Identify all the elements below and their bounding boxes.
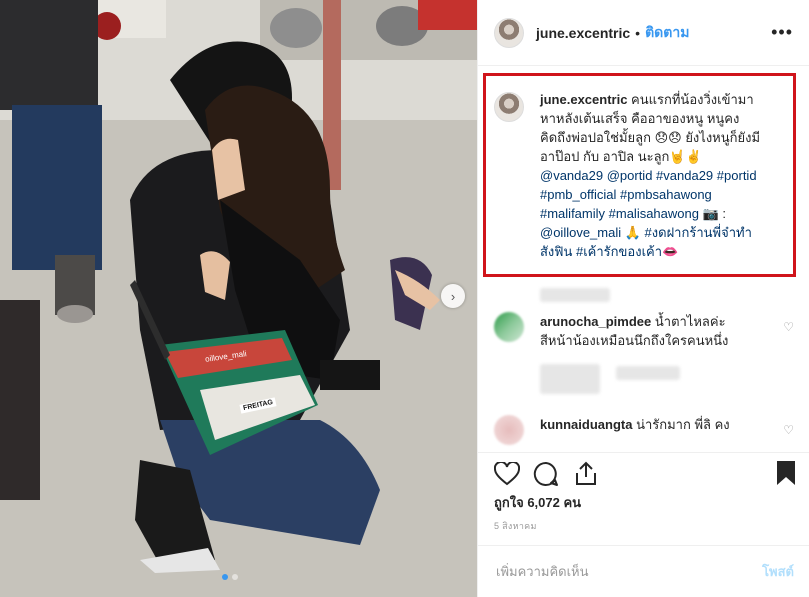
hashtag-link[interactable]: #pmbsahawong	[620, 187, 712, 202]
comment-body: น่ารักมาก พี่ลิ คง	[632, 417, 730, 432]
blurred-text	[616, 366, 680, 380]
likes-count[interactable]: ถูกใจ 6,072 คน	[494, 492, 581, 513]
lips-emoji: 👄	[662, 244, 679, 259]
carousel-dot	[232, 574, 238, 580]
chevron-right-icon: ›	[450, 288, 456, 304]
share-icon[interactable]	[574, 460, 598, 486]
hashtag-link[interactable]: #malisahawong	[609, 206, 699, 221]
hashtag-link[interactable]: #malifamily	[540, 206, 605, 221]
author-username[interactable]: june.excentric	[536, 25, 630, 41]
hashtag-link[interactable]: #portid	[717, 168, 757, 183]
post-header: june.excentric • ติดตาม •••	[478, 0, 809, 66]
caption-avatar[interactable]	[494, 92, 524, 122]
camera-emoji: 📷 :	[698, 206, 727, 221]
post-date[interactable]: 5 สิงหาคม	[494, 519, 537, 533]
blurred-text	[540, 364, 600, 394]
comment-input[interactable]	[494, 563, 763, 580]
photo-illustration	[0, 0, 477, 597]
heart-outline-icon[interactable]: ♡	[783, 320, 794, 334]
author-avatar[interactable]	[494, 17, 524, 48]
mention-link[interactable]: @vanda29	[540, 168, 603, 183]
post-comment-button[interactable]: โพสต์	[762, 561, 794, 582]
heart-icon[interactable]	[494, 462, 520, 486]
post-photo[interactable]: oillove_mali FREITAG ›	[0, 0, 477, 597]
carousel-next-button[interactable]: ›	[441, 284, 465, 308]
mention-link[interactable]: @portid	[607, 168, 653, 183]
commenter-avatar[interactable]	[494, 415, 524, 445]
hashtag-link[interactable]: #vanda29	[656, 168, 713, 183]
blurred-text	[540, 288, 610, 302]
commenter-username[interactable]: kunnaiduangta	[540, 417, 632, 432]
hashtag-link[interactable]: #เค้ารักของเค้า	[576, 244, 662, 259]
follow-button[interactable]: ติดตาม	[645, 22, 689, 44]
caption-text: june.excentric คนแรกที่น้องวิ่งเข้ามาหาห…	[540, 90, 768, 261]
comment-item: arunocha_pimdee น้ำตาไหลค่ะ สีหน้าน้องเห…	[494, 312, 794, 350]
action-bar	[478, 452, 809, 492]
pray-emoji: 🙏	[621, 225, 645, 240]
add-comment-bar: โพสต์	[478, 545, 809, 597]
caption-username[interactable]: june.excentric	[540, 92, 627, 107]
commenter-avatar[interactable]	[494, 312, 524, 342]
separator-dot: •	[635, 24, 641, 41]
commenter-username[interactable]: arunocha_pimdee	[540, 314, 651, 329]
comment-text: arunocha_pimdee น้ำตาไหลค่ะ สีหน้าน้องเห…	[540, 312, 760, 350]
mention-link[interactable]: @oillove_mali	[540, 225, 621, 240]
caption-row: june.excentric คนแรกที่น้องวิ่งเข้ามาหาห…	[494, 90, 794, 261]
comment-text: kunnaiduangta น่ารักมาก พี่ลิ คง	[540, 415, 760, 434]
comments-section[interactable]: june.excentric คนแรกที่น้องวิ่งเข้ามาหาห…	[478, 66, 809, 452]
comment-item: kunnaiduangta น่ารักมาก พี่ลิ คง ♡	[494, 415, 794, 445]
more-options-icon[interactable]: •••	[771, 22, 793, 43]
post-side-panel: june.excentric • ติดตาม ••• june.excentr…	[477, 0, 809, 597]
hashtag-link[interactable]: #pmb_official	[540, 187, 616, 202]
carousel-indicator	[222, 574, 238, 580]
bookmark-icon[interactable]	[776, 460, 796, 486]
carousel-dot-active	[222, 574, 228, 580]
comment-icon[interactable]	[533, 461, 559, 487]
heart-outline-icon[interactable]: ♡	[783, 423, 794, 437]
